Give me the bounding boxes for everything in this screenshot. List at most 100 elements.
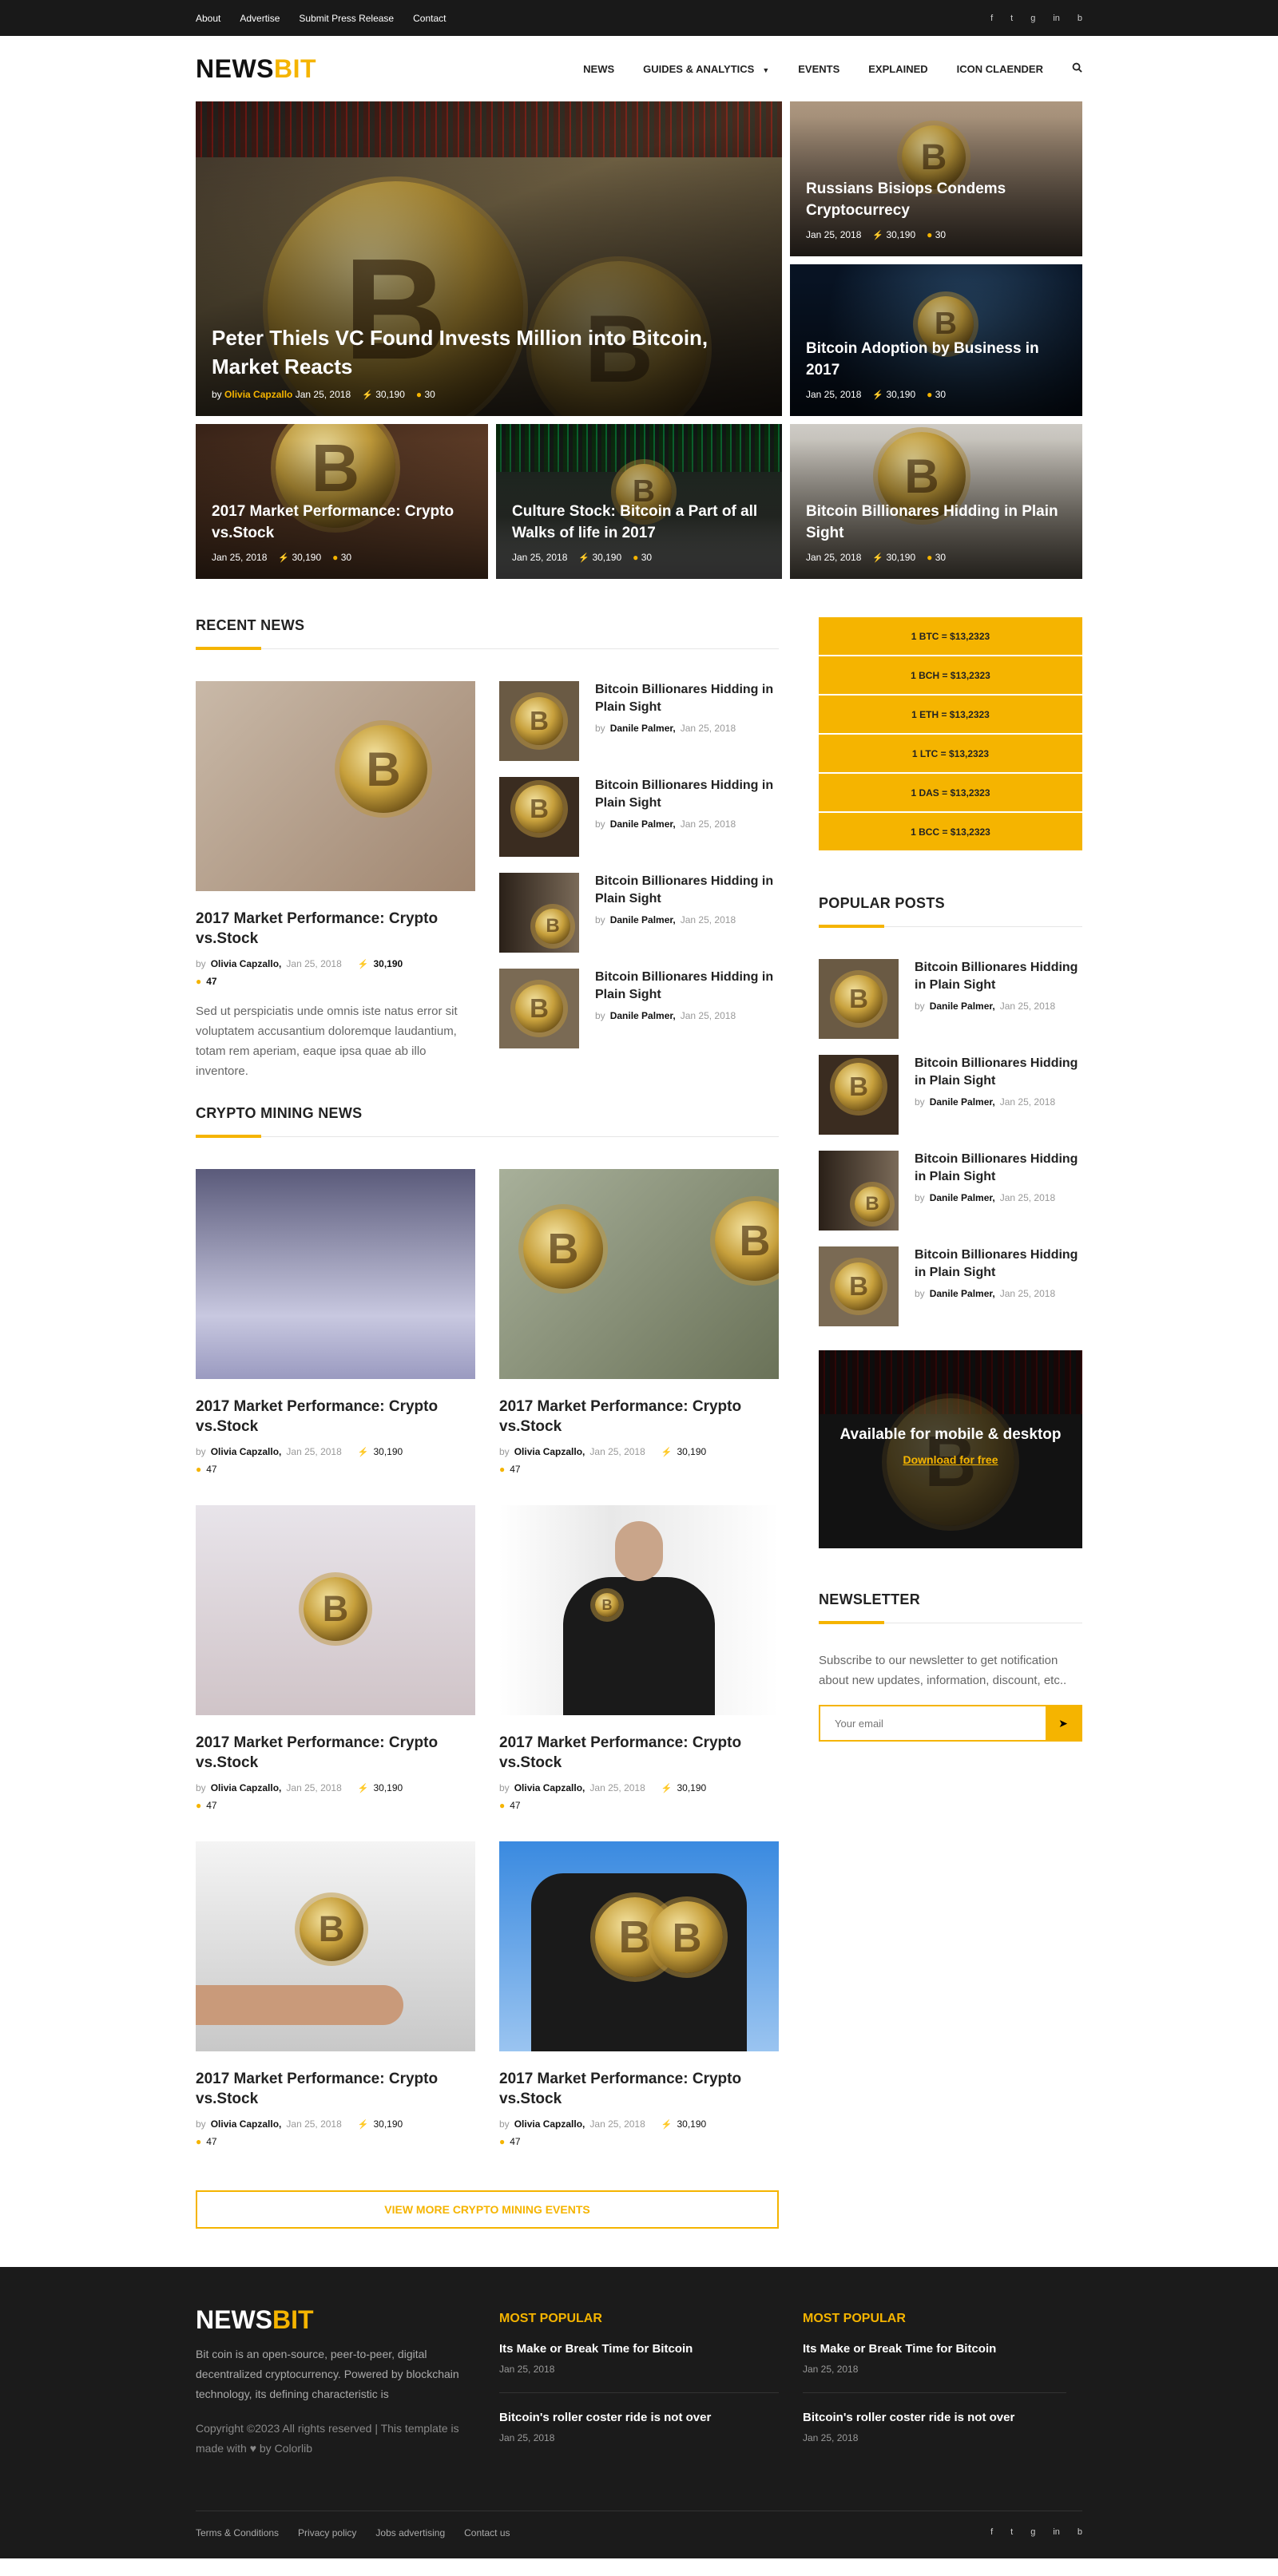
view-more-button[interactable]: VIEW MORE CRYPTO MINING EVENTS	[196, 2190, 779, 2229]
hero-side-post-1[interactable]: Russians Bisiops Condems Cryptocurrecy J…	[790, 101, 1082, 256]
footer-post-title[interactable]: Bitcoin's roller coster ride is not over	[499, 2411, 779, 2424]
bitcoin-icon[interactable]: b	[1078, 2527, 1082, 2538]
post-title[interactable]: Bitcoin Billionares Hidding in Plain Sig…	[915, 1151, 1082, 1186]
footer-link-contact[interactable]: Contact us	[464, 2527, 510, 2538]
google-plus-icon[interactable]: g	[1030, 2527, 1035, 2538]
hero-side-title-2[interactable]: Bitcoin Adoption by Business in 2017	[806, 338, 1066, 381]
author-link[interactable]: Olivia Capzallo,	[211, 958, 282, 969]
hero-row-post-2[interactable]: Culture Stock: Bitcoin a Part of all Wal…	[496, 424, 782, 579]
author-link[interactable]: Olivia Capzallo,	[514, 1782, 585, 1793]
mining-card-5[interactable]: 2017 Market Performance: Crypto vs.Stock…	[196, 1841, 475, 2147]
author-link[interactable]: Danile Palmer,	[930, 1192, 995, 1203]
top-link-contact[interactable]: Contact	[413, 13, 446, 24]
nav-guides-analytics[interactable]: GUIDES & ANALYTICS ▼	[643, 63, 769, 75]
hero-row-title-2[interactable]: Culture Stock: Bitcoin a Part of all Wal…	[512, 501, 766, 544]
list-item[interactable]: Bitcoin Billionares Hidding in Plain Sig…	[499, 777, 779, 857]
post-title[interactable]: 2017 Market Performance: Crypto vs.Stock	[499, 1397, 779, 1437]
mining-card-6[interactable]: 2017 Market Performance: Crypto vs.Stock…	[499, 1841, 779, 2147]
download-link[interactable]: Download for free	[819, 1453, 1082, 1466]
author-link[interactable]: Danile Palmer,	[930, 1001, 995, 1012]
author-link[interactable]: Danile Palmer,	[610, 818, 676, 830]
top-link-submit-press-release[interactable]: Submit Press Release	[299, 13, 394, 24]
post-title[interactable]: 2017 Market Performance: Crypto vs.Stock	[196, 1397, 475, 1437]
google-plus-icon[interactable]: g	[1030, 14, 1035, 23]
post-date: Jan 25, 2018	[589, 2118, 645, 2130]
bitcoin-icon[interactable]: b	[1078, 14, 1082, 23]
nav-explained[interactable]: EXPLAINED	[868, 63, 927, 75]
nav-news[interactable]: NEWS	[583, 63, 614, 75]
post-title[interactable]: Bitcoin Billionares Hidding in Plain Sig…	[915, 959, 1082, 994]
author-link[interactable]: Olivia Capzallo,	[211, 2118, 282, 2130]
post-date: Jan 25, 2018	[589, 1782, 645, 1793]
recent-main-post[interactable]: 2017 Market Performance: Crypto vs.Stock…	[196, 681, 475, 1081]
list-item[interactable]: Bitcoin Billionares Hidding in Plain Sig…	[819, 959, 1082, 1039]
post-title[interactable]: Bitcoin Billionares Hidding in Plain Sig…	[595, 777, 779, 812]
twitter-icon[interactable]: t	[1010, 2527, 1013, 2538]
footer-link-terms[interactable]: Terms & Conditions	[196, 2527, 279, 2538]
post-title[interactable]: Bitcoin Billionares Hidding in Plain Sig…	[595, 873, 779, 908]
post-title[interactable]: Bitcoin Billionares Hidding in Plain Sig…	[595, 969, 779, 1004]
author-link[interactable]: Olivia Capzallo,	[514, 1446, 585, 1457]
footer-logo[interactable]: NEWSBIT	[196, 2305, 475, 2335]
author-link[interactable]: Olivia Capzallo,	[211, 1782, 282, 1793]
author-link[interactable]: Danile Palmer,	[610, 723, 676, 734]
top-link-advertise[interactable]: Advertise	[240, 13, 280, 24]
hero-row-post-3[interactable]: Bitcoin Billionares Hidding in Plain Sig…	[790, 424, 1082, 579]
hero-row-title-3[interactable]: Bitcoin Billionares Hidding in Plain Sig…	[806, 501, 1066, 544]
hero-featured-post[interactable]: Peter Thiels VC Found Invests Million in…	[196, 101, 782, 416]
author-link[interactable]: Danile Palmer,	[610, 914, 676, 925]
send-icon: ➤	[1058, 1716, 1068, 1730]
list-item[interactable]: Bitcoin Billionares Hidding in Plain Sig…	[819, 1246, 1082, 1326]
author-link[interactable]: Danile Palmer,	[930, 1288, 995, 1299]
list-item[interactable]: Bitcoin Billionares Hidding in Plain Sig…	[499, 969, 779, 1048]
linkedin-icon[interactable]: in	[1053, 14, 1060, 23]
post-title[interactable]: 2017 Market Performance: Crypto vs.Stock	[196, 909, 475, 949]
author-link[interactable]: Olivia Capzallo,	[514, 2118, 585, 2130]
footer-link-jobs[interactable]: Jobs advertising	[375, 2527, 445, 2538]
nav-events[interactable]: EVENTS	[798, 63, 839, 75]
post-title[interactable]: 2017 Market Performance: Crypto vs.Stock	[499, 2069, 779, 2109]
linkedin-icon[interactable]: in	[1053, 2527, 1060, 2538]
hero-row-post-1[interactable]: 2017 Market Performance: Crypto vs.Stock…	[196, 424, 488, 579]
search-icon[interactable]	[1072, 62, 1082, 75]
email-field[interactable]	[820, 1706, 1046, 1740]
facebook-icon[interactable]: f	[990, 2527, 993, 2538]
nav-icon-calendar[interactable]: ICON CLAENDER	[957, 63, 1043, 75]
site-logo[interactable]: NEWSBIT	[196, 54, 316, 84]
footer-post-title[interactable]: Its Make or Break Time for Bitcoin	[803, 2342, 1066, 2356]
hero-row-title-1[interactable]: 2017 Market Performance: Crypto vs.Stock	[212, 501, 472, 544]
mining-card-1[interactable]: 2017 Market Performance: Crypto vs.Stock…	[196, 1169, 475, 1475]
facebook-icon[interactable]: f	[990, 14, 993, 23]
post-title[interactable]: 2017 Market Performance: Crypto vs.Stock	[499, 1733, 779, 1773]
hero-featured-title[interactable]: Peter Thiels VC Found Invests Million in…	[212, 323, 766, 381]
post-title[interactable]: Bitcoin Billionares Hidding in Plain Sig…	[595, 681, 779, 716]
comment-icon: ●	[196, 1800, 202, 1811]
footer-link-privacy[interactable]: Privacy policy	[298, 2527, 356, 2538]
mining-card-4[interactable]: 2017 Market Performance: Crypto vs.Stock…	[499, 1505, 779, 1811]
footer-post-title[interactable]: Bitcoin's roller coster ride is not over	[803, 2411, 1066, 2424]
ticker-bch: 1 BCH = $13,2323	[819, 656, 1082, 696]
author-link[interactable]: Danile Palmer,	[930, 1096, 995, 1108]
list-item[interactable]: Bitcoin Billionares Hidding in Plain Sig…	[499, 873, 779, 953]
list-item[interactable]: Bitcoin Billionares Hidding in Plain Sig…	[819, 1055, 1082, 1135]
hero-side-title-1[interactable]: Russians Bisiops Condems Cryptocurrecy	[806, 178, 1066, 221]
bolt-icon: ⚡	[578, 553, 590, 563]
ticker-das: 1 DAS = $13,2323	[819, 774, 1082, 813]
list-item[interactable]: Bitcoin Billionares Hidding in Plain Sig…	[819, 1151, 1082, 1231]
post-title[interactable]: Bitcoin Billionares Hidding in Plain Sig…	[915, 1055, 1082, 1090]
mining-card-2[interactable]: 2017 Market Performance: Crypto vs.Stock…	[499, 1169, 779, 1475]
author-link[interactable]: Olivia Capzallo,	[211, 1446, 282, 1457]
top-link-about[interactable]: About	[196, 13, 220, 24]
mining-card-3[interactable]: 2017 Market Performance: Crypto vs.Stock…	[196, 1505, 475, 1811]
main-nav: NEWS GUIDES & ANALYTICS ▼ EVENTS EXPLAINE…	[583, 62, 1082, 75]
author-link[interactable]: Olivia Capzallo	[224, 389, 292, 400]
author-link[interactable]: Danile Palmer,	[610, 1010, 676, 1021]
footer-post-title[interactable]: Its Make or Break Time for Bitcoin	[499, 2342, 779, 2356]
post-title[interactable]: 2017 Market Performance: Crypto vs.Stock	[196, 2069, 475, 2109]
list-item[interactable]: Bitcoin Billionares Hidding in Plain Sig…	[499, 681, 779, 761]
twitter-icon[interactable]: t	[1010, 14, 1013, 23]
subscribe-button[interactable]: ➤	[1046, 1706, 1081, 1740]
hero-side-post-2[interactable]: Bitcoin Adoption by Business in 2017 Jan…	[790, 264, 1082, 416]
post-title[interactable]: 2017 Market Performance: Crypto vs.Stock	[196, 1733, 475, 1773]
post-title[interactable]: Bitcoin Billionares Hidding in Plain Sig…	[915, 1246, 1082, 1282]
